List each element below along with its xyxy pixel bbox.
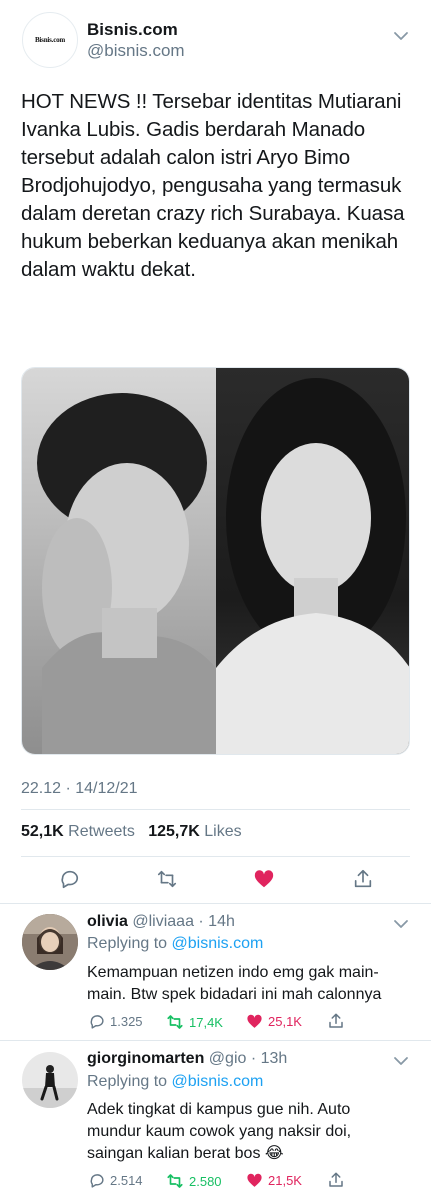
retweet-icon: [167, 1015, 183, 1029]
replying-to-label: Replying to: [87, 935, 168, 952]
reply-handle-time[interactable]: @gio · 13h: [209, 1050, 288, 1067]
like-action[interactable]: 21,5K: [246, 1172, 302, 1189]
bisnis-avatar[interactable]: Bisnis.com: [22, 12, 78, 68]
retweet-icon: [167, 1174, 183, 1188]
chevron-down-icon[interactable]: [393, 30, 409, 42]
replying-to-link[interactable]: @bisnis.com: [172, 935, 264, 952]
reply-count: 1.325: [110, 1014, 143, 1029]
reply-text: Kemampuan netizen indo emg gak main-main…: [87, 964, 382, 1003]
divider: [0, 1040, 431, 1041]
tweet-text: HOT NEWS !! Tersebar identitas Mutiarani…: [21, 90, 405, 281]
share-icon[interactable]: [352, 868, 374, 890]
like-icon-filled[interactable]: [253, 868, 275, 890]
retweets-label[interactable]: Retweets: [68, 823, 135, 840]
reply-handle-time[interactable]: @liviaaa · 14h: [132, 913, 235, 930]
reply-icon: [90, 1015, 104, 1029]
reply-display-name[interactable]: olivia: [87, 913, 128, 930]
tweet-photo[interactable]: [21, 367, 410, 755]
like-icon-filled: [247, 1173, 262, 1187]
author-display-name[interactable]: Bisnis.com: [87, 20, 178, 40]
likes-count[interactable]: 125,7K: [148, 823, 200, 840]
reply-display-name[interactable]: giorginomarten: [87, 1050, 204, 1067]
divider: [21, 856, 410, 857]
chevron-down-icon[interactable]: [393, 918, 409, 930]
photo-right-woman: [215, 368, 409, 754]
reply-action[interactable]: 2.514: [88, 1172, 143, 1189]
share-icon[interactable]: [327, 1012, 345, 1030]
replying-to-label: Replying to: [87, 1073, 168, 1090]
retweet-count: 2.580: [189, 1173, 222, 1189]
divider: [21, 809, 410, 810]
reply-count: 2.514: [110, 1173, 143, 1188]
photo-left-man: [22, 368, 216, 754]
retweet-action[interactable]: 2.580: [166, 1172, 222, 1190]
reply-avatar-olivia[interactable]: [22, 914, 78, 970]
reply-action[interactable]: 1.325: [88, 1013, 143, 1030]
reply-avatar-giorginomarten[interactable]: [22, 1052, 78, 1108]
retweet-count: 17,4K: [189, 1014, 223, 1030]
like-count: 25,1K: [268, 1014, 302, 1029]
reply-text: Adek tingkat di kampus gue nih. Auto mun…: [87, 1101, 352, 1162]
reply-header: olivia @liviaaa · 14h: [87, 913, 235, 931]
likes-label[interactable]: Likes: [204, 823, 241, 840]
like-count: 21,5K: [268, 1173, 302, 1188]
author-handle[interactable]: @bisnis.com: [87, 41, 185, 61]
tweet-timestamp[interactable]: 22.12 · 14/12/21: [21, 780, 138, 798]
retweets-count[interactable]: 52,1K: [21, 823, 64, 840]
retweet-action[interactable]: 17,4K: [166, 1013, 223, 1031]
like-icon-filled: [247, 1014, 262, 1028]
reply-icon: [90, 1174, 104, 1188]
tweet-stats: 52,1K Retweets 125,7K Likes: [21, 823, 242, 841]
chevron-down-icon[interactable]: [393, 1055, 409, 1067]
reply-icon[interactable]: [58, 868, 80, 890]
retweet-icon[interactable]: [156, 868, 178, 890]
reply-header: giorginomarten @gio · 13h: [87, 1050, 287, 1068]
bisnis-avatar-logo-text: Bisnis.com: [34, 36, 66, 44]
replying-to: Replying to @bisnis.com: [87, 935, 263, 953]
replying-to-link[interactable]: @bisnis.com: [172, 1073, 264, 1090]
divider: [0, 903, 431, 904]
replying-to: Replying to @bisnis.com: [87, 1073, 263, 1091]
like-action[interactable]: 25,1K: [246, 1013, 302, 1030]
share-icon[interactable]: [327, 1171, 345, 1189]
